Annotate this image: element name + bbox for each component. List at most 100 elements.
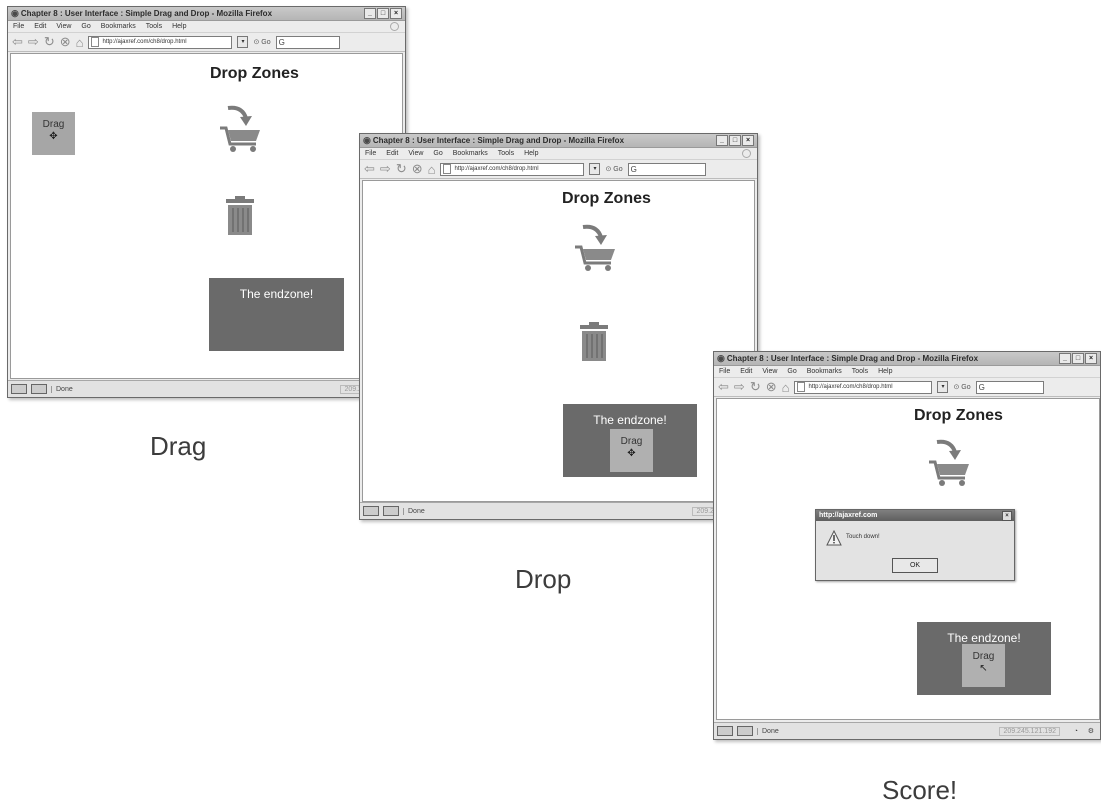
menu-view[interactable]: View [56,23,71,30]
menu-bar: File Edit View Go Bookmarks Tools Help [714,366,1100,378]
stop-icon[interactable]: ⊗ [412,161,423,177]
reload-icon[interactable]: ↻ [750,379,761,395]
back-icon[interactable]: ⇦ [718,379,729,395]
home-icon[interactable]: ⌂ [782,380,790,395]
menu-bookmarks[interactable]: Bookmarks [453,150,488,157]
menu-go[interactable]: Go [787,368,796,375]
caption-drag: Drag [150,431,207,461]
firefox-icon: ◉ [11,8,19,18]
url-dropdown-icon[interactable]: ▾ [237,36,249,48]
stop-icon[interactable]: ⊗ [60,34,71,50]
menu-help[interactable]: Help [524,150,538,157]
back-icon[interactable]: ⇦ [364,161,375,177]
url-bar[interactable]: http://ajaxref.com/ch8/drop.html [440,162,585,176]
menu-bar: File Edit View Go Bookmarks Tools Help [360,148,757,160]
menu-go[interactable]: Go [81,23,90,30]
go-button[interactable]: ⊙ Go [253,38,270,46]
menu-view[interactable]: View [762,368,777,375]
reload-icon[interactable]: ↻ [396,161,407,177]
search-box[interactable]: G [275,35,340,49]
menu-file[interactable]: File [13,23,24,30]
menu-bookmarks[interactable]: Bookmarks [101,23,136,30]
close-button[interactable]: × [390,8,402,19]
title-bar[interactable]: ◉ Chapter 8 : User Interface : Simple Dr… [8,7,405,21]
page-icon [91,37,100,47]
endzone: The endzone! [209,278,344,351]
back-icon[interactable]: ⇦ [12,34,23,50]
menu-tools[interactable]: Tools [146,23,162,30]
menu-edit[interactable]: Edit [34,23,46,30]
firefox-icon: ◉ [363,135,371,145]
go-button[interactable]: ⊙ Go [953,383,970,391]
drag-box[interactable]: Drag ✥ [32,112,75,155]
trash-icon [580,322,608,361]
navigation-toolbar: ⇦ ⇨ ↻ ⊗ ⌂ http://ajaxref.com/ch8/drop.ht… [360,160,757,179]
navigation-toolbar: ⇦ ⇨ ↻ ⊗ ⌂ http://ajaxref.com/ch8/drop.ht… [714,378,1100,397]
search-engine-icon: G [278,37,285,47]
search-box[interactable]: G [975,380,1044,394]
maximize-button[interactable]: □ [377,8,389,19]
browser-window-drop: ◉ Chapter 8 : User Interface : Simple Dr… [359,133,758,520]
minimize-button[interactable]: _ [364,8,376,19]
browser-window-score: ◉ Chapter 8 : User Interface : Simple Dr… [713,351,1101,740]
minimize-button[interactable]: _ [716,135,728,146]
cart-icon [220,105,260,152]
page-heading: Drop Zones [210,65,299,82]
drag-box[interactable]: Drag ✥ [610,429,653,472]
page-content: Drop Zones Drag ✥ The endzone! [10,53,403,379]
url-bar[interactable]: http://ajaxref.com/ch8/drop.html [794,380,933,394]
forward-icon[interactable]: ⇨ [28,34,39,50]
url-bar[interactable]: http://ajaxref.com/ch8/drop.html [88,35,233,49]
menu-go[interactable]: Go [433,150,442,157]
menu-tools[interactable]: Tools [498,150,514,157]
search-box[interactable]: G [627,162,706,176]
reload-icon[interactable]: ↻ [44,34,55,50]
throbber-icon [742,149,751,158]
menu-bookmarks[interactable]: Bookmarks [807,368,842,375]
maximize-button[interactable]: □ [729,135,741,146]
home-icon[interactable]: ⌂ [428,162,436,177]
home-icon[interactable]: ⌂ [76,35,84,50]
endzone-label: The endzone! [593,413,667,427]
menu-tools[interactable]: Tools [852,368,868,375]
close-button[interactable]: × [742,135,754,146]
forward-icon[interactable]: ⇨ [380,161,391,177]
title-bar[interactable]: ◉ Chapter 8 : User Interface : Simple Dr… [714,352,1100,366]
alert-close-button[interactable]: × [1002,511,1012,521]
caption-score: Score! [882,775,958,805]
minimize-button[interactable]: _ [1059,353,1071,364]
menu-help[interactable]: Help [878,368,892,375]
url-dropdown-icon[interactable]: ▾ [589,163,601,175]
menu-help[interactable]: Help [172,23,186,30]
status-text: Done [51,385,73,393]
url-dropdown-icon[interactable]: ▾ [937,381,949,393]
status-cursor-icon [31,384,47,394]
title-bar[interactable]: ◉ Chapter 8 : User Interface : Simple Dr… [360,134,757,148]
throbber-icon [390,22,399,31]
stop-icon[interactable]: ⊗ [766,379,777,395]
go-label: Go [613,166,623,173]
menu-edit[interactable]: Edit [740,368,752,375]
page-icon [797,382,806,392]
page-heading: Drop Zones [914,407,1003,424]
go-button[interactable]: ⊙ Go [605,165,622,173]
window-title: Chapter 8 : User Interface : Simple Drag… [726,354,979,363]
menu-file[interactable]: File [365,150,376,157]
browser-window-drag: ◉ Chapter 8 : User Interface : Simple Dr… [7,6,406,398]
maximize-button[interactable]: □ [1072,353,1084,364]
menu-file[interactable]: File [719,368,730,375]
forward-icon[interactable]: ⇨ [734,379,745,395]
menu-edit[interactable]: Edit [386,150,398,157]
menu-view[interactable]: View [408,150,423,157]
drag-box[interactable]: Drag ↖ [962,644,1005,687]
alert-title-bar[interactable]: http://ajaxref.com × [816,510,1014,521]
close-button[interactable]: × [1085,353,1097,364]
go-label: Go [961,384,971,391]
alert-title: http://ajaxref.com [819,512,878,519]
status-window-icon [363,506,379,516]
search-engine-icon: G [630,164,637,174]
endzone-label: The endzone! [947,631,1021,645]
ok-button[interactable]: OK [892,558,938,573]
status-text: Done [757,727,779,735]
cart-icon [929,439,969,486]
